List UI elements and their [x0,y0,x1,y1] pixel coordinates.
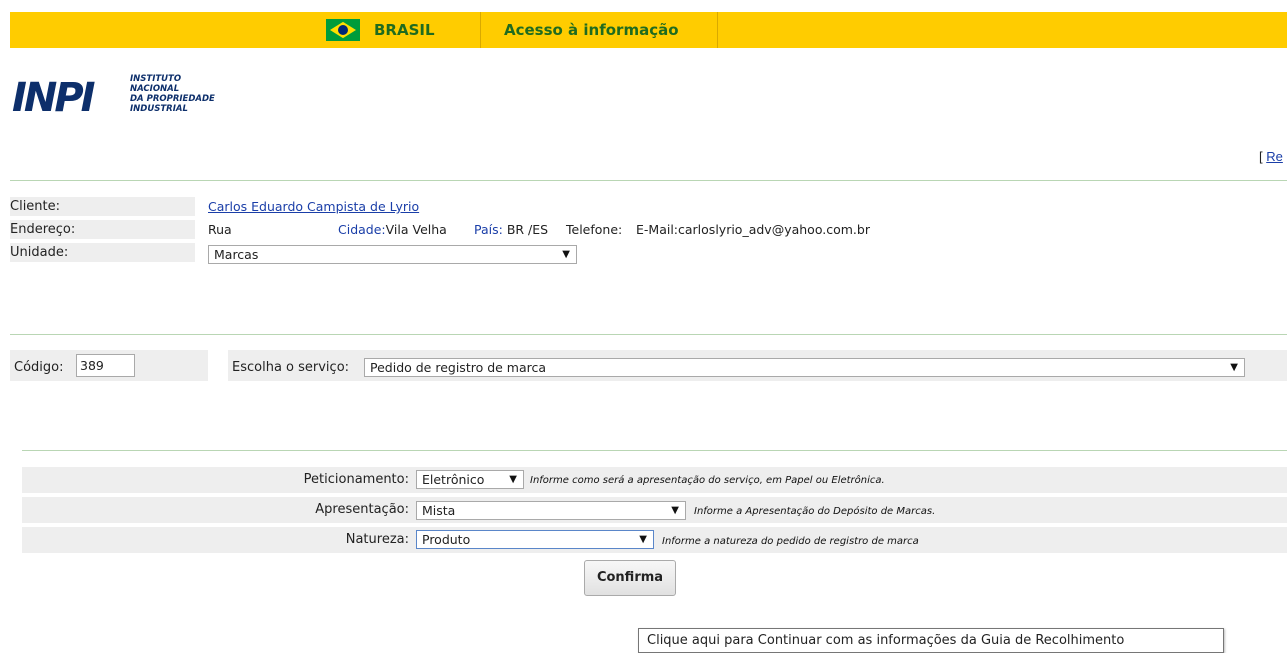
email-value: carloslyrio_adv@yahoo.com.br [678,222,870,237]
peticionamento-label: Peticionamento: [303,472,409,487]
top-right-link-text[interactable]: Re [1266,149,1283,164]
chevron-down-icon: ▼ [509,474,517,485]
unidade-selected: Marcas [214,247,259,262]
pais-label: País: [474,222,503,237]
codigo-input[interactable]: 389 [76,354,135,377]
cidade-value: Vila Velha [385,222,447,237]
apresentacao-select[interactable]: Mista ▼ [416,501,686,520]
gov-bar: BRASIL Acesso à informação [10,12,1287,48]
continue-tooltip: Clique aqui para Continuar com as inform… [638,628,1224,653]
apresentacao-label: Apresentação: [315,502,409,517]
divider [10,180,1287,181]
cliente-label: Cliente: [10,197,195,216]
access-information-label: Acesso à informação [504,21,679,39]
chevron-down-icon: ▼ [1230,362,1238,373]
apresentacao-selected: Mista [422,503,456,518]
peticionamento-select[interactable]: Eletrônico ▼ [416,470,524,489]
telefone-label: Telefone: [566,222,623,237]
gov-brasil-label: BRASIL [374,21,435,39]
divider [22,450,1287,451]
chevron-down-icon: ▼ [671,505,679,516]
unidade-label: Unidade: [10,243,195,262]
inpi-logo: INPI INSTITUTO NACIONAL DA PROPRIEDADE I… [12,72,252,128]
escolha-servico-label: Escolha o serviço: [232,360,350,375]
endereco-label: Endereço: [10,220,195,239]
servico-selected: Pedido de registro de marca [370,360,547,375]
apresentacao-hint: Informe a Apresentação do Depósito de Ma… [694,506,936,517]
servico-select[interactable]: Pedido de registro de marca ▼ [364,358,1245,377]
natureza-hint: Informe a natureza do pedido de registro… [662,536,919,547]
divider [10,334,1287,335]
form-row-natureza [22,527,1287,553]
confirma-button[interactable]: Confirma [584,560,676,596]
logo-text: INSTITUTO NACIONAL DA PROPRIEDADE INDUST… [130,74,215,114]
chevron-down-icon: ▼ [562,249,570,260]
address-street: Rua [208,222,232,237]
natureza-label: Natureza: [345,532,409,547]
natureza-select[interactable]: Produto ▼ [416,530,654,549]
top-right-link[interactable]: [ Re [1259,149,1283,164]
chevron-down-icon: ▼ [639,534,647,545]
brazil-flag-icon [326,19,360,41]
access-information-link[interactable]: Acesso à informação [480,12,718,48]
unidade-select[interactable]: Marcas ▼ [208,245,577,264]
pais-value: BR /ES [506,222,549,237]
peticionamento-selected: Eletrônico [422,472,485,487]
logo-mark: INPI [12,75,96,121]
natureza-selected: Produto [422,532,471,547]
cidade-label: Cidade: [338,222,386,237]
email-label: E-Mail: [636,222,679,237]
gov-brasil-link[interactable]: BRASIL [310,12,481,48]
client-name-link[interactable]: Carlos Eduardo Campista de Lyrio [208,199,419,214]
codigo-label: Código: [14,360,64,375]
peticionamento-hint: Informe como será a apresentação do serv… [530,475,885,486]
